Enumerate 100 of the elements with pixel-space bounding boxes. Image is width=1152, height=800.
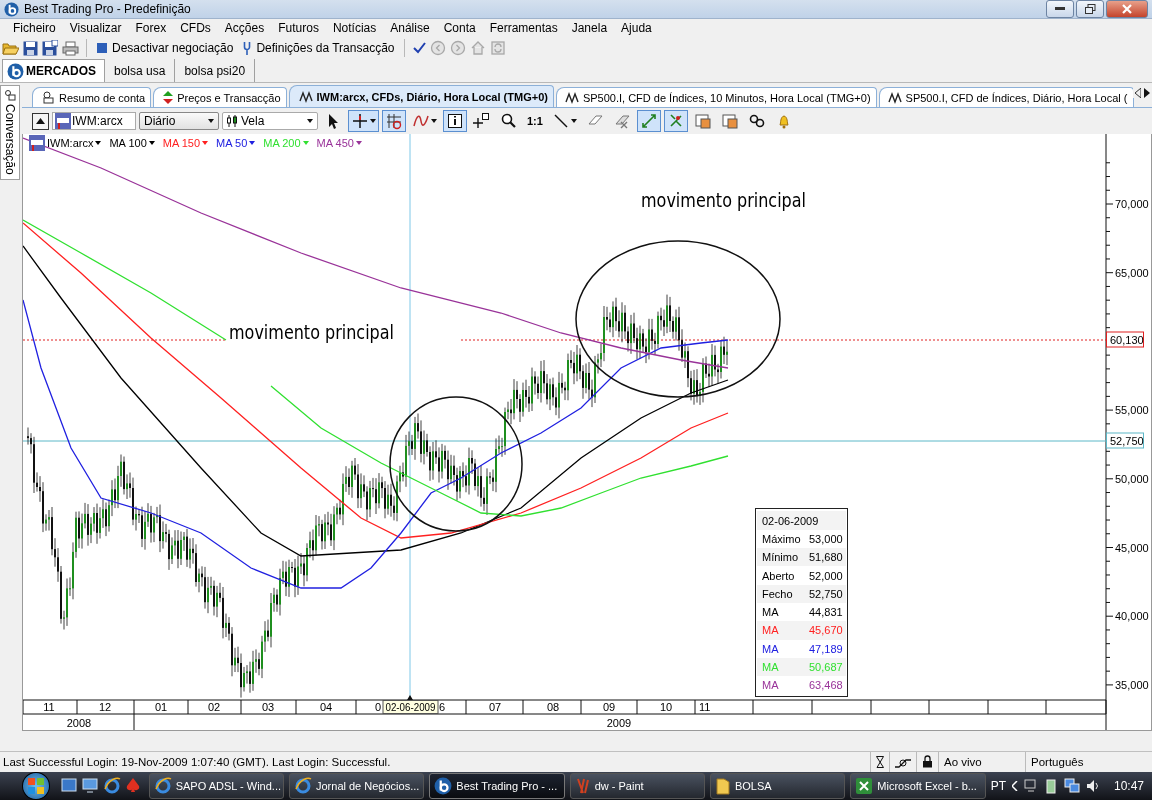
- axis-label: 11: [699, 701, 711, 714]
- wave-icon: [298, 91, 313, 103]
- window-icon: [720, 112, 739, 131]
- symbol-field[interactable]: IWM:arcx: [52, 112, 136, 131]
- taskbar-button[interactable]: Microsoft Excel - b...: [850, 773, 986, 799]
- market-tab[interactable]: bolsa usa: [105, 59, 176, 83]
- diagonal-arrow-tool[interactable]: [636, 110, 661, 133]
- menu-item[interactable]: Futuros: [271, 21, 326, 36]
- caret-icon[interactable]: [208, 119, 214, 124]
- show-desktop-icon[interactable]: [60, 777, 77, 793]
- diagonal-arrow-icon: [639, 112, 658, 131]
- legend-item[interactable]: MA 150: [162, 137, 201, 150]
- save-icon[interactable]: [23, 40, 38, 56]
- document-tab[interactable]: SP500.I, CFD de Índices, Diário, Hora Local (: [878, 87, 1134, 108]
- close-button[interactable]: [1106, 0, 1148, 18]
- axis-label: 02: [207, 701, 221, 714]
- connection-icon: [895, 756, 911, 768]
- save-all-icon[interactable]: [42, 40, 58, 57]
- menu-item[interactable]: Conta: [436, 21, 483, 36]
- axis-label: 0: [374, 701, 381, 714]
- market-tab[interactable]: MERCADOS: [2, 59, 105, 83]
- restore-button[interactable]: [1076, 0, 1104, 18]
- market-tab[interactable]: bolsa psi20: [175, 59, 256, 83]
- toolbar-button[interactable]: Desactivar negociação: [94, 40, 237, 57]
- caret-icon[interactable]: [307, 119, 313, 124]
- menu-item[interactable]: Acções: [217, 21, 272, 36]
- annotation-text: movimento principal: [229, 321, 406, 344]
- taskbar-button[interactable]: Jornal de Negócios...: [289, 773, 425, 799]
- caret-icon[interactable]: [355, 141, 362, 146]
- minimize-icon: [1055, 7, 1065, 11]
- data-label: MA: [762, 606, 780, 619]
- restore-icon: [1084, 4, 1096, 14]
- scroll-right-icon[interactable]: [1144, 88, 1150, 99]
- taskbar-button[interactable]: dw - Paint: [569, 773, 705, 799]
- document-tab[interactable]: Preços e Transacção: [153, 87, 287, 108]
- menu-item[interactable]: Janela: [564, 21, 615, 36]
- document-tab[interactable]: Resumo de conta: [32, 87, 152, 108]
- legend-item[interactable]: IWM:arcx: [47, 137, 94, 150]
- toolbar-button[interactable]: Definições da Transacção: [240, 40, 398, 57]
- menu-item[interactable]: Notícias: [325, 21, 384, 36]
- axis-label: 10: [659, 701, 673, 714]
- network-icon[interactable]: [1063, 778, 1080, 794]
- caret-icon[interactable]: [370, 119, 376, 124]
- caret-icon[interactable]: [249, 141, 256, 146]
- collapse-button[interactable]: [32, 113, 49, 130]
- legend-item[interactable]: MA 100: [109, 137, 147, 150]
- menu-item[interactable]: Visualizar: [62, 21, 129, 36]
- data-label: Aberto: [762, 569, 796, 582]
- connection-status: Ao vivo: [944, 756, 982, 768]
- monitor-icon[interactable]: [81, 777, 98, 793]
- caret-icon[interactable]: [570, 119, 577, 124]
- chevron-icon[interactable]: [1011, 781, 1018, 791]
- taskbar-button[interactable]: SAPO ADSL - Wind...: [148, 773, 284, 799]
- input-language[interactable]: PT: [990, 779, 1006, 793]
- browser-icon[interactable]: [102, 777, 121, 795]
- menu-item[interactable]: Ajuda: [614, 21, 659, 36]
- menu-item[interactable]: CFDs: [173, 21, 218, 36]
- legend-item[interactable]: MA 50: [216, 137, 248, 150]
- data-label: Fecho: [762, 587, 794, 600]
- axis-label: 09: [602, 701, 616, 714]
- caret-icon[interactable]: [431, 119, 437, 124]
- up-triangle-icon: [36, 118, 45, 125]
- scale-tool[interactable]: [663, 110, 688, 133]
- taskbar-button[interactable]: Best Trading Pro - ...: [429, 773, 565, 799]
- scroll-left-icon[interactable]: [1135, 88, 1141, 99]
- data-window-date: 02-06-2009: [762, 514, 819, 527]
- people-icon[interactable]: [4, 89, 16, 102]
- data-label: MA: [762, 661, 780, 673]
- checkmark-icon[interactable]: [412, 41, 427, 56]
- grid-tool[interactable]: [382, 110, 406, 133]
- spade-icon[interactable]: [125, 777, 140, 793]
- start-button[interactable]: [22, 772, 50, 800]
- taskbar-button[interactable]: BOLSA: [709, 773, 846, 799]
- document-tab[interactable]: SP500.I, CFD de Índices, 10 Minutos, Hora Local (TMG+0): [555, 87, 877, 108]
- window-icon: [693, 112, 712, 131]
- zoom-reset-button[interactable]: 1:1: [524, 110, 546, 133]
- windows-logo-icon: [27, 778, 44, 794]
- menu-item[interactable]: Ferramentas: [482, 21, 565, 36]
- data-value: 47,189: [809, 642, 843, 655]
- chart-type-dropdown[interactable]: Vela: [222, 112, 318, 131]
- cfd-badge-icon: [55, 113, 71, 130]
- menu-item[interactable]: Análise: [383, 21, 437, 36]
- crosshair-tool[interactable]: [348, 110, 379, 133]
- legend-item[interactable]: MA 450: [316, 137, 354, 150]
- menu-item[interactable]: Forex: [128, 21, 174, 36]
- volume-icon[interactable]: [1085, 779, 1100, 793]
- language-status: Português: [1031, 756, 1084, 768]
- caret-icon[interactable]: [95, 141, 102, 146]
- data-value: 52,000: [809, 569, 843, 582]
- document-tab[interactable]: IWM:arcx, CFDs, Diário, Hora Local (TMG+0): [288, 85, 554, 108]
- period-dropdown[interactable]: Diário: [139, 112, 219, 131]
- minimize-button[interactable]: [1046, 0, 1074, 18]
- caret-icon[interactable]: [148, 141, 155, 146]
- battery-icon[interactable]: [1043, 778, 1058, 794]
- square-icon: [97, 43, 107, 54]
- spreadsheet-icon: [855, 777, 874, 795]
- print-icon[interactable]: [62, 40, 79, 56]
- info-tool[interactable]: [443, 110, 467, 133]
- menu-item[interactable]: Ficheiro: [6, 21, 63, 36]
- axis-label: 50,000: [1115, 473, 1149, 486]
